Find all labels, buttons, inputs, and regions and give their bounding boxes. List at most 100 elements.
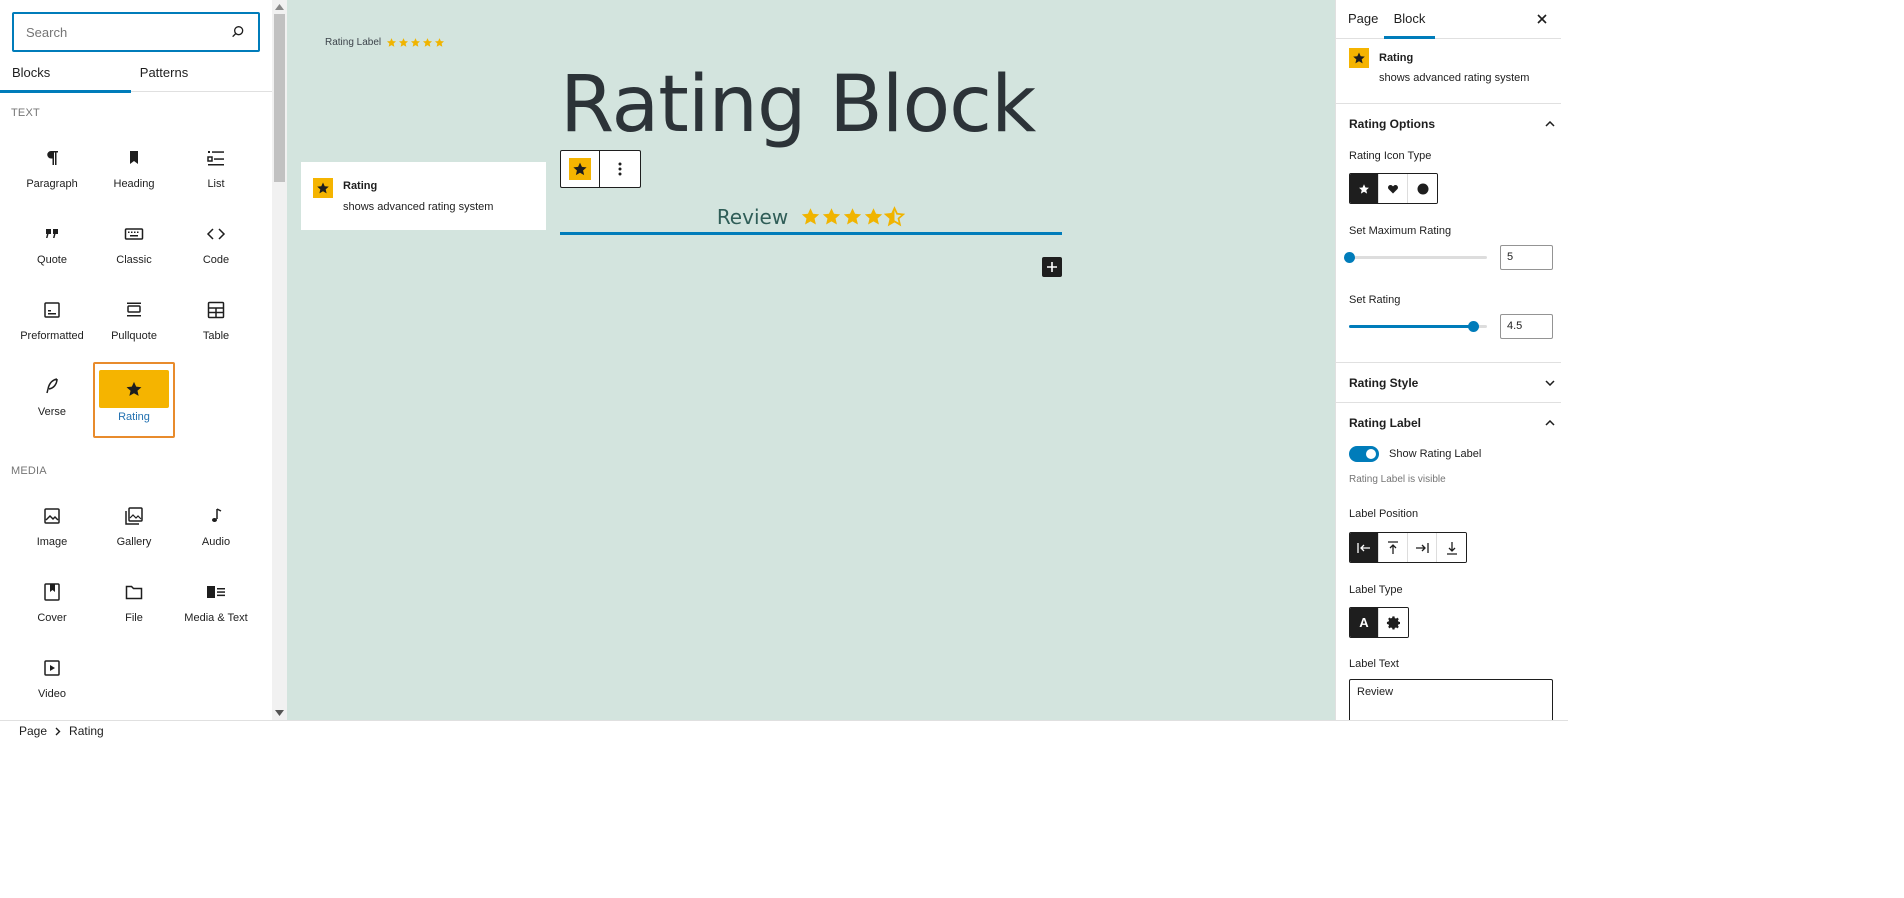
star-icon bbox=[99, 370, 169, 408]
panel-title: Rating Options bbox=[1349, 116, 1435, 131]
panel-toggle-rating-label[interactable]: Rating Label bbox=[1336, 402, 1568, 442]
block-item-heading[interactable]: Heading bbox=[93, 134, 175, 210]
block-item-label: File bbox=[125, 612, 143, 624]
block-item-pullquote[interactable]: Pullquote bbox=[93, 286, 175, 362]
label-text-label: Label Text bbox=[1349, 658, 1399, 670]
block-card-description: shows advanced rating system bbox=[1379, 72, 1530, 84]
slider-fill bbox=[1349, 325, 1474, 328]
block-item-label: Cover bbox=[37, 612, 67, 624]
heart-icon bbox=[1387, 183, 1399, 195]
gallery-icon bbox=[122, 504, 146, 528]
scrollbar-thumb[interactable] bbox=[274, 14, 285, 182]
icon-type-star-button[interactable] bbox=[1350, 174, 1379, 203]
star-icon bbox=[844, 208, 862, 225]
block-item-gallery[interactable]: Gallery bbox=[93, 492, 175, 568]
inserter-scrollbar[interactable] bbox=[272, 0, 287, 720]
block-item-code[interactable]: Code bbox=[175, 210, 257, 286]
search-box[interactable] bbox=[12, 12, 260, 52]
block-item-verse[interactable]: Verse bbox=[11, 362, 93, 438]
block-item-list[interactable]: List bbox=[175, 134, 257, 210]
search-input[interactable] bbox=[26, 24, 230, 40]
align-right-icon bbox=[1415, 542, 1429, 554]
chevron-up-icon bbox=[1545, 419, 1555, 426]
rating-block[interactable]: Review bbox=[560, 201, 1062, 235]
block-item-label: Media & Text bbox=[184, 612, 248, 624]
gear-icon bbox=[1386, 615, 1402, 631]
icon-type-circle-button[interactable] bbox=[1408, 174, 1437, 203]
slider-handle[interactable] bbox=[1468, 321, 1480, 332]
star-icon bbox=[411, 38, 421, 47]
block-item-media-text[interactable]: Media & Text bbox=[175, 568, 257, 644]
tab-page[interactable]: Page bbox=[1348, 0, 1378, 39]
page-title[interactable]: Rating Block bbox=[560, 60, 1036, 150]
close-icon bbox=[1535, 12, 1549, 26]
max-rating-label: Set Maximum Rating bbox=[1349, 225, 1452, 237]
audio-icon bbox=[204, 504, 228, 528]
sidebar-scrollbar[interactable] bbox=[1561, 0, 1568, 720]
position-bottom-button[interactable] bbox=[1437, 533, 1466, 562]
star-icon bbox=[884, 206, 906, 227]
block-item-label: Paragraph bbox=[26, 178, 78, 190]
tab-blocks[interactable]: Blocks bbox=[0, 56, 131, 93]
more-options-button[interactable] bbox=[600, 151, 640, 187]
block-item-file[interactable]: File bbox=[93, 568, 175, 644]
star-icon bbox=[1349, 48, 1369, 68]
max-rating-input[interactable]: 5 bbox=[1500, 245, 1553, 270]
video-icon bbox=[40, 656, 64, 680]
panel-title: Rating Style bbox=[1349, 375, 1419, 390]
position-right-button[interactable] bbox=[1408, 533, 1437, 562]
type-text-button[interactable]: A bbox=[1350, 608, 1379, 637]
star-icon bbox=[823, 208, 841, 225]
rating-label-preview: Rating Label bbox=[325, 37, 445, 48]
label-position-group bbox=[1349, 532, 1467, 563]
block-item-label: Quote bbox=[37, 254, 67, 266]
search-icon[interactable] bbox=[230, 24, 246, 40]
list-icon bbox=[204, 146, 228, 170]
show-label-help: Rating Label is visible bbox=[1349, 474, 1446, 485]
max-rating-slider[interactable] bbox=[1344, 252, 1487, 263]
block-item-audio[interactable]: Audio bbox=[175, 492, 257, 568]
star-icon bbox=[1358, 183, 1370, 195]
star-icon bbox=[399, 38, 409, 47]
show-label-toggle[interactable] bbox=[1349, 446, 1379, 462]
set-rating-label: Set Rating bbox=[1349, 294, 1401, 306]
set-rating-slider[interactable] bbox=[1349, 321, 1487, 332]
toggle-knob bbox=[1366, 449, 1376, 459]
block-item-rating[interactable]: Rating bbox=[93, 362, 175, 438]
star-icon bbox=[423, 38, 433, 47]
set-rating-input[interactable]: 4.5 bbox=[1500, 314, 1553, 339]
tab-patterns[interactable]: Patterns bbox=[131, 56, 197, 92]
type-custom-button[interactable] bbox=[1379, 608, 1408, 637]
block-item-paragraph[interactable]: Paragraph bbox=[11, 134, 93, 210]
text-blocks-grid: Paragraph Heading List Quote Classic Cod… bbox=[11, 134, 259, 438]
block-item-preformatted[interactable]: Preformatted bbox=[11, 286, 93, 362]
block-item-video[interactable]: Video bbox=[11, 644, 93, 720]
category-label-text: TEXT bbox=[11, 107, 40, 119]
panel-toggle-rating-options[interactable]: Rating Options bbox=[1336, 103, 1568, 143]
position-left-button[interactable] bbox=[1350, 533, 1379, 562]
close-sidebar-button[interactable] bbox=[1535, 12, 1549, 26]
star-icon bbox=[802, 208, 820, 225]
add-block-button[interactable] bbox=[1042, 257, 1062, 277]
breadcrumb-page[interactable]: Page bbox=[19, 724, 47, 738]
block-item-quote[interactable]: Quote bbox=[11, 210, 93, 286]
block-item-label: Heading bbox=[113, 178, 155, 190]
label-text-input[interactable]: Review bbox=[1349, 679, 1553, 720]
vertical-ellipsis-icon bbox=[618, 162, 622, 176]
icon-type-heart-button[interactable] bbox=[1379, 174, 1408, 203]
rating-label-text: Rating Label bbox=[325, 37, 382, 48]
star-rating bbox=[800, 206, 906, 227]
block-type-button[interactable] bbox=[561, 151, 600, 187]
slider-handle[interactable] bbox=[1344, 252, 1355, 263]
block-item-image[interactable]: Image bbox=[11, 492, 93, 568]
panel-toggle-rating-style[interactable]: Rating Style bbox=[1336, 362, 1568, 402]
block-item-classic[interactable]: Classic bbox=[93, 210, 175, 286]
star-icon bbox=[387, 38, 397, 47]
block-item-table[interactable]: Table bbox=[175, 286, 257, 362]
tab-block[interactable]: Block bbox=[1384, 0, 1435, 39]
chevron-down-icon bbox=[1545, 379, 1555, 386]
block-item-cover[interactable]: Cover bbox=[11, 568, 93, 644]
block-card: Rating shows advanced rating system bbox=[1349, 48, 1529, 84]
breadcrumb-rating[interactable]: Rating bbox=[69, 724, 104, 738]
position-top-button[interactable] bbox=[1379, 533, 1408, 562]
